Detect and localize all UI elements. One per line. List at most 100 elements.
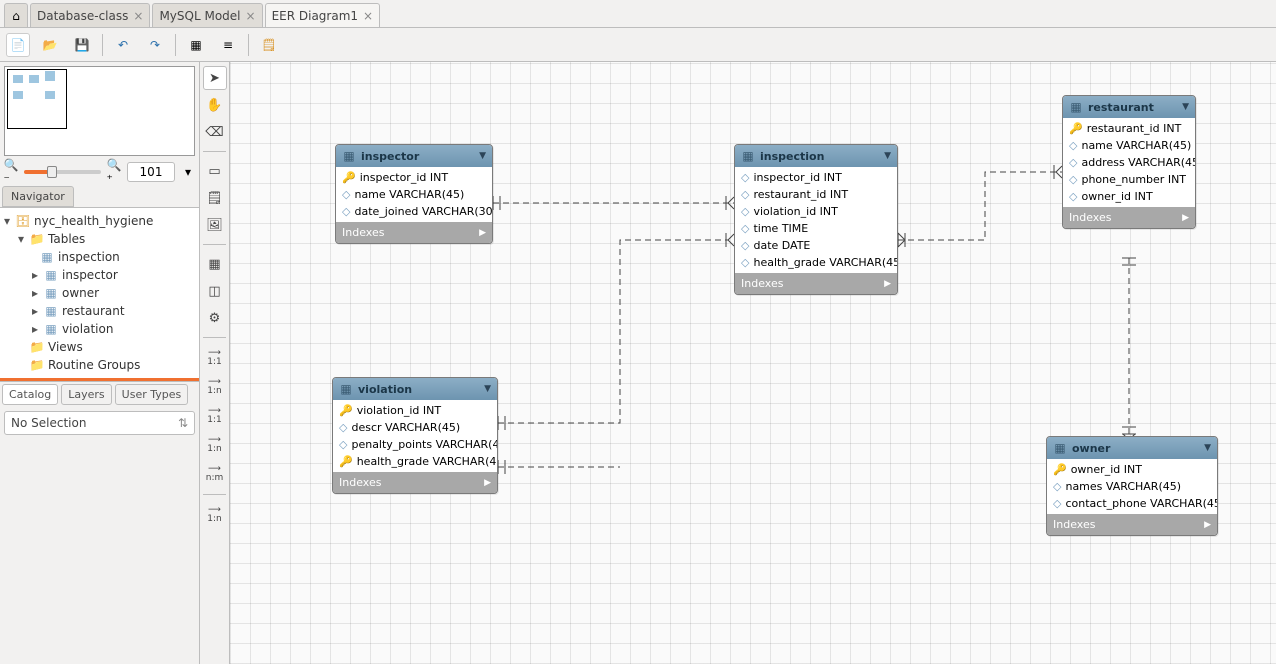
entity-footer[interactable]: Indexes▶ bbox=[735, 273, 897, 294]
collapse-icon[interactable]: ▼ bbox=[884, 151, 891, 161]
save-button[interactable]: 💾 bbox=[70, 33, 94, 57]
zoom-slider[interactable] bbox=[24, 165, 101, 179]
undo-button[interactable]: ↶ bbox=[111, 33, 135, 57]
close-icon[interactable]: × bbox=[363, 9, 373, 23]
column-row[interactable]: 🔑restaurant_id INT bbox=[1063, 120, 1195, 137]
column-row[interactable]: ◇names VARCHAR(45) bbox=[1047, 478, 1217, 495]
entity-footer[interactable]: Indexes▶ bbox=[333, 472, 497, 493]
entity-header[interactable]: ▦owner▼ bbox=[1047, 437, 1217, 459]
rel-1-n-nonid[interactable]: ⟶1:n bbox=[203, 374, 227, 400]
rel-n-m[interactable]: ⟶n:m bbox=[203, 461, 227, 487]
zoom-out-icon[interactable]: 🔍⁻ bbox=[4, 165, 18, 179]
tab-eer-diagram[interactable]: EER Diagram1 × bbox=[265, 3, 381, 27]
expand-icon[interactable]: ▶ bbox=[1204, 520, 1211, 530]
column-row[interactable]: ◇owner_id INT bbox=[1063, 188, 1195, 205]
expand-icon[interactable]: ▶ bbox=[1182, 213, 1189, 223]
collapse-icon[interactable]: ▼ bbox=[484, 384, 491, 394]
column-row[interactable]: ◇contact_phone VARCHAR(45) bbox=[1047, 495, 1217, 512]
routine-tool[interactable]: ⚙ bbox=[203, 306, 227, 330]
column-row[interactable]: 🔑inspector_id INT bbox=[336, 169, 492, 186]
tree-table-row[interactable]: ▦inspection bbox=[2, 248, 197, 266]
entity-header[interactable]: ▦inspection▼ bbox=[735, 145, 897, 167]
view-tool[interactable]: ◫ bbox=[203, 279, 227, 303]
column-row[interactable]: 🔑owner_id INT bbox=[1047, 461, 1217, 478]
column-row[interactable]: ◇penalty_points VARCHAR(45) bbox=[333, 436, 497, 453]
validate-button[interactable]: 🗒 bbox=[257, 33, 281, 57]
entity-owner[interactable]: ▦owner▼ 🔑owner_id INT◇names VARCHAR(45)◇c… bbox=[1046, 436, 1218, 536]
column-row[interactable]: ◇descr VARCHAR(45) bbox=[333, 419, 497, 436]
tab-user-types[interactable]: User Types bbox=[115, 384, 189, 405]
tree-routines-row[interactable]: ▸📁Routine Groups bbox=[2, 356, 197, 374]
selection-box[interactable]: No Selection ⇅ bbox=[4, 411, 195, 435]
redo-button[interactable]: ↷ bbox=[143, 33, 167, 57]
entity-header[interactable]: ▦violation▼ bbox=[333, 378, 497, 400]
entity-inspector[interactable]: ▦inspector▼ 🔑inspector_id INT◇name VARCHA… bbox=[335, 144, 493, 244]
entity-footer[interactable]: Indexes ▶ bbox=[1063, 207, 1195, 228]
rel-1-1-nonid[interactable]: ⟶1:1 bbox=[203, 345, 227, 371]
tree-table-row[interactable]: ▸▦restaurant bbox=[2, 302, 197, 320]
collapse-icon[interactable]: ▼ bbox=[1204, 443, 1211, 453]
entity-header[interactable]: ▦inspector▼ bbox=[336, 145, 492, 167]
column-row[interactable]: ◇inspector_id INT bbox=[735, 169, 897, 186]
indexes-label: Indexes bbox=[1069, 211, 1111, 224]
column-row[interactable]: ◇name VARCHAR(45) bbox=[1063, 137, 1195, 154]
tree-db-row[interactable]: ▾🗄 nyc_health_hygiene bbox=[2, 212, 197, 230]
rel-1-1-id[interactable]: ⟶1:1 bbox=[203, 403, 227, 429]
column-row[interactable]: ◇restaurant_id INT bbox=[735, 186, 897, 203]
tab-layers[interactable]: Layers bbox=[61, 384, 111, 405]
entity-footer[interactable]: Indexes▶ bbox=[336, 222, 492, 243]
view-icon: ◫ bbox=[208, 284, 220, 299]
expand-icon[interactable]: ▶ bbox=[479, 228, 486, 238]
collapse-icon[interactable]: ▼ bbox=[1182, 102, 1189, 112]
close-icon[interactable]: × bbox=[246, 9, 256, 23]
zoom-in-icon[interactable]: 🔍⁺ bbox=[107, 165, 121, 179]
entity-violation[interactable]: ▦violation▼ 🔑violation_id INT◇descr VARCH… bbox=[332, 377, 498, 494]
entity-header[interactable]: ▦restaurant▼ bbox=[1063, 96, 1195, 118]
tree-views-row[interactable]: ▸📁Views bbox=[2, 338, 197, 356]
collapse-icon[interactable]: ▼ bbox=[479, 151, 486, 161]
grid-button[interactable]: ▦ bbox=[184, 33, 208, 57]
new-button[interactable]: 📄 bbox=[6, 33, 30, 57]
tab-mysql-model[interactable]: MySQL Model × bbox=[152, 3, 262, 27]
navigator-tab[interactable]: Navigator bbox=[2, 186, 74, 207]
layer-tool[interactable]: ▭ bbox=[203, 159, 227, 183]
column-row[interactable]: ◇address VARCHAR(45) bbox=[1063, 154, 1195, 171]
table-icon: ▦ bbox=[208, 257, 220, 272]
pointer-tool[interactable]: ➤ bbox=[203, 66, 227, 90]
column-row[interactable]: ◇date_joined VARCHAR(30) bbox=[336, 203, 492, 220]
column-row[interactable]: 🔑violation_id INT bbox=[333, 402, 497, 419]
column-row[interactable]: ◇date DATE bbox=[735, 237, 897, 254]
tab-database-class[interactable]: Database-class × bbox=[30, 3, 150, 27]
updown-icon[interactable]: ⇅ bbox=[178, 416, 188, 430]
entity-inspection[interactable]: ▦inspection▼ ◇inspector_id INT◇restaurant… bbox=[734, 144, 898, 295]
column-row[interactable]: ◇name VARCHAR(45) bbox=[336, 186, 492, 203]
zoom-value[interactable]: 101 bbox=[127, 162, 175, 182]
rel-1-n-id[interactable]: ⟶1:n bbox=[203, 432, 227, 458]
tree-table-row[interactable]: ▸▦inspector bbox=[2, 266, 197, 284]
zoom-dropdown[interactable]: ▾ bbox=[181, 165, 195, 179]
image-tool[interactable]: 🖼 bbox=[203, 213, 227, 237]
home-tab[interactable]: ⌂ bbox=[4, 3, 28, 27]
expand-icon[interactable]: ▶ bbox=[884, 279, 891, 289]
tree-table-row[interactable]: ▸▦owner bbox=[2, 284, 197, 302]
column-row[interactable]: ◇phone_number INT bbox=[1063, 171, 1195, 188]
table-tool[interactable]: ▦ bbox=[203, 252, 227, 276]
entity-footer[interactable]: Indexes▶ bbox=[1047, 514, 1217, 535]
column-row[interactable]: ◇health_grade VARCHAR(45) bbox=[735, 254, 897, 271]
column-row[interactable]: 🔑health_grade VARCHAR(45) bbox=[333, 453, 497, 470]
tab-catalog[interactable]: Catalog bbox=[2, 384, 58, 405]
open-button[interactable]: 📂 bbox=[38, 33, 62, 57]
hand-tool[interactable]: ✋ bbox=[203, 93, 227, 117]
navigator-minimap[interactable] bbox=[4, 66, 195, 156]
tree-table-row[interactable]: ▸▦violation bbox=[2, 320, 197, 338]
close-icon[interactable]: × bbox=[133, 9, 143, 23]
column-row[interactable]: ◇violation_id INT bbox=[735, 203, 897, 220]
entity-restaurant[interactable]: ▦restaurant▼ 🔑restaurant_id INT◇name VARC… bbox=[1062, 95, 1196, 229]
align-button[interactable]: ≡ bbox=[216, 33, 240, 57]
expand-icon[interactable]: ▶ bbox=[484, 478, 491, 488]
rel-existing[interactable]: ⟶1:n bbox=[203, 502, 227, 528]
column-row[interactable]: ◇time TIME bbox=[735, 220, 897, 237]
note-tool[interactable]: 🗒 bbox=[203, 186, 227, 210]
eraser-tool[interactable]: ⌫ bbox=[203, 120, 227, 144]
tree-tables-row[interactable]: ▾📁 Tables bbox=[2, 230, 197, 248]
